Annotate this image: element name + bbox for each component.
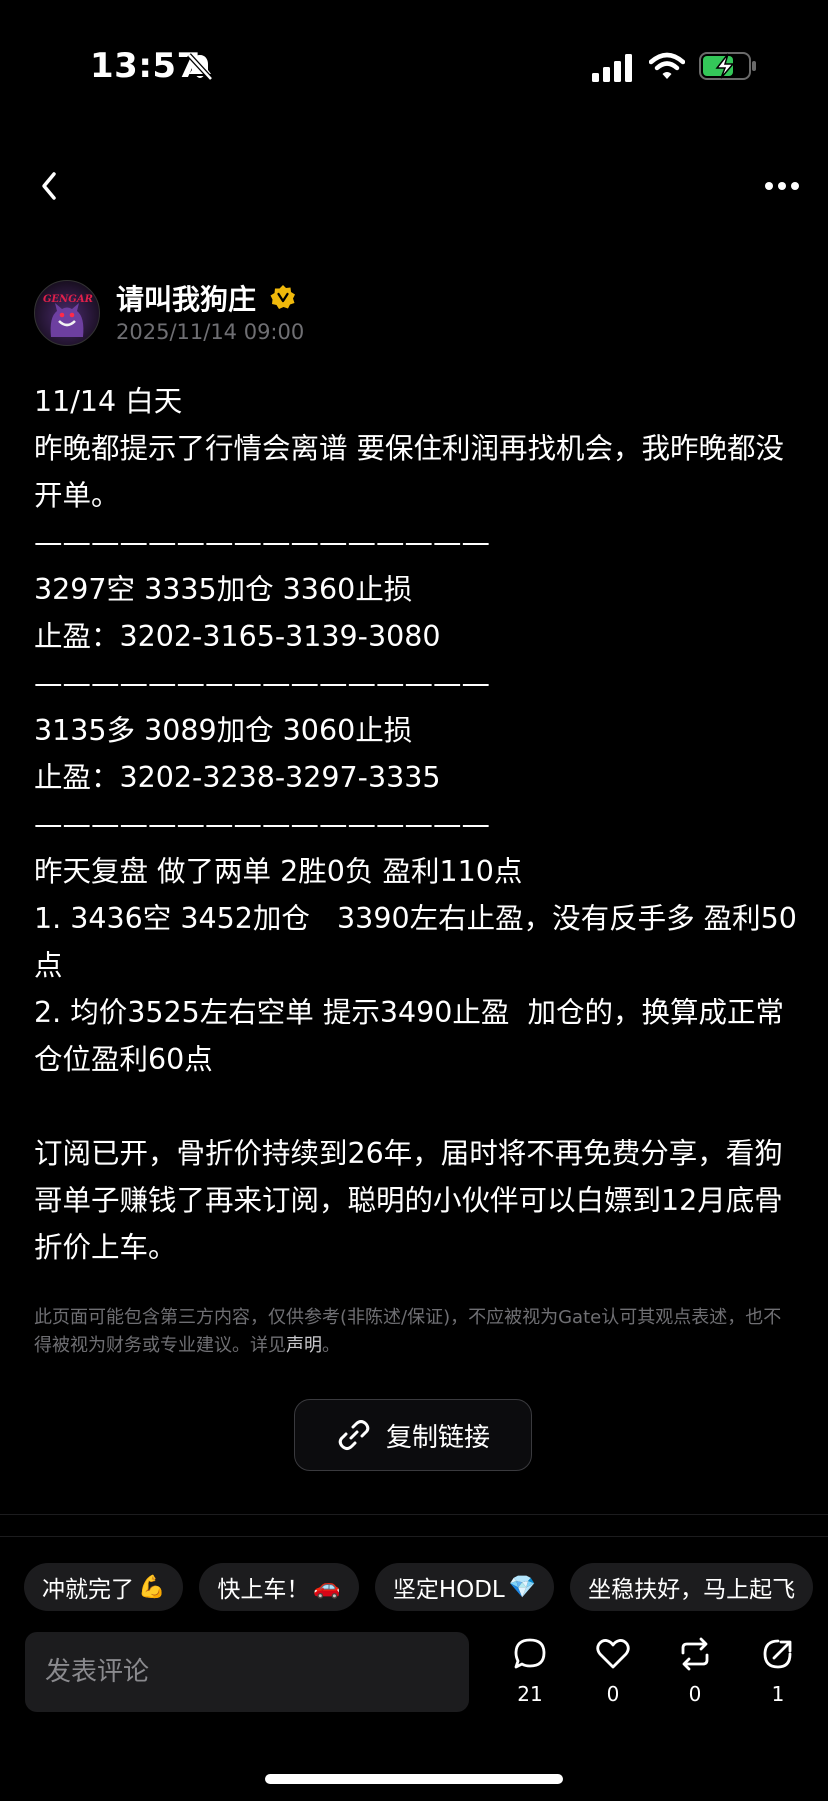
divider [0,1536,828,1537]
bell-slash-icon [187,53,213,81]
share-button[interactable]: 1 [748,1636,808,1706]
comment-button[interactable]: 21 [500,1636,560,1706]
disclaimer-end: 。 [322,1335,340,1356]
content-line: 止盈：3202-3165-3139-3080 [34,620,441,653]
quick-reply-list: 冲就完了 💪 快上车！ 🚗 坚定HODL 💎 坐稳扶好，马上起飞 [24,1563,814,1611]
content-divider: ———————————————— [34,808,490,841]
content-divider: ———————————————— [34,667,490,700]
quick-reply-text: 坚定HODL [392,1577,505,1603]
verified-badge-icon [270,285,295,309]
cellular-signal-icon [592,54,632,82]
disclaimer-link[interactable]: 声明 [286,1335,322,1356]
content-line: 昨天复盘 做了两单 2胜0负 盈利110点 [34,855,523,888]
car-icon: 🚗 [313,1574,341,1600]
copy-link-label: 复制链接 [385,1422,490,1453]
content-line: 3135多 3089加仓 3060止损 [34,714,413,747]
comment-bubble-icon [514,1638,546,1669]
like-button[interactable]: 0 [583,1636,643,1706]
quick-reply-text: 冲就完了 [42,1577,134,1603]
copy-link-button[interactable]: 复制链接 [294,1399,532,1471]
status-time: 13:57 [90,46,201,86]
content-blank-line [34,1083,804,1130]
content-line: 1. 3436空 3452加仓 3390左右止盈，没有反手多 盈利50点 [34,902,797,982]
avatar[interactable]: GENGAR [34,280,100,346]
quick-reply-chip[interactable]: 坐稳扶好，马上起飞 [570,1563,814,1611]
content-line: 昨晚都提示了行情会离谱 要保住利润再找机会，我昨晚都没开单。 [34,432,785,512]
post-date: 2025/11/14 09:00 [116,320,305,344]
link-icon [338,1420,370,1450]
share-icon [763,1639,792,1669]
flexed-biceps-icon: 💪 [138,1574,166,1600]
battery-charging-icon [699,52,756,80]
content-line: 止盈：3202-3238-3297-3335 [34,761,441,794]
post-content: 11/14 白天 昨晚都提示了行情会离谱 要保住利润再找机会，我昨晚都没开单。 … [34,378,804,1271]
gem-icon: 💎 [508,1574,537,1600]
content-line: 订阅已开，骨折价持续到26年，届时将不再免费分享，看狗哥单子赚钱了再来订阅，聪明… [34,1137,783,1264]
repost-count: 0 [688,1682,702,1706]
divider [0,1514,828,1515]
repost-icon [681,1637,709,1671]
repost-button[interactable]: 0 [665,1636,725,1706]
quick-reply-text: 坐稳扶好，马上起飞 [588,1577,796,1603]
author-name[interactable]: 请叫我狗庄 [116,278,256,318]
like-count: 0 [606,1682,620,1706]
share-count: 1 [771,1682,785,1706]
quick-reply-chip[interactable]: 快上车！ 🚗 [199,1563,359,1611]
home-indicator[interactable] [265,1774,563,1784]
comment-input[interactable] [25,1632,469,1712]
content-line: 11/14 白天 [34,385,183,418]
heart-icon [596,1639,630,1669]
disclaimer: 此页面可能包含第三方内容，仅供参考(非陈述/保证)，不应被视为Gate认可其观点… [34,1304,794,1360]
more-options-button[interactable] [764,180,800,192]
quick-reply-chip[interactable]: 冲就完了 💪 [24,1563,184,1611]
back-button[interactable] [34,166,64,206]
quick-reply-chip[interactable]: 坚定HODL 💎 [374,1563,555,1611]
content-line: 2. 均价3525左右空单 提示3490止盈 加仓的，换算成正常仓位盈利60点 [34,996,784,1076]
quick-reply-text: 快上车！ [217,1577,310,1603]
avatar-ghost-icon [50,303,84,337]
disclaimer-text: 此页面可能包含第三方内容，仅供参考(非陈述/保证)，不应被视为Gate认可其观点… [34,1307,782,1356]
content-line: 3297空 3335加仓 3360止损 [34,573,413,606]
status-bar: 13:57 [0,0,828,130]
comment-count: 21 [517,1682,543,1706]
content-divider: ———————————————— [34,526,490,559]
wifi-icon [649,52,685,79]
